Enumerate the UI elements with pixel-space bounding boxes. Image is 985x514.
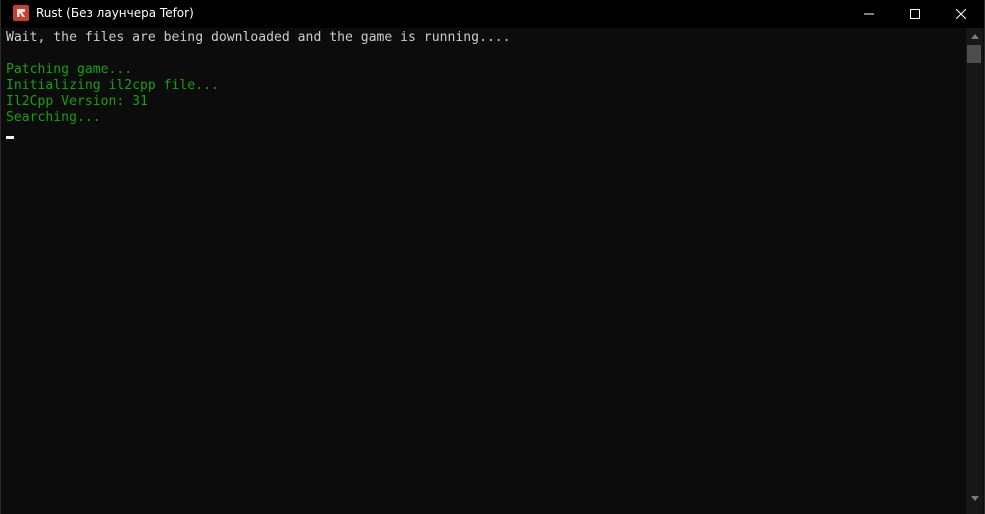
text-cursor xyxy=(6,136,14,139)
console-line: Initializing il2cpp file... xyxy=(6,78,219,93)
console-window: Rust (Без лаунчера Tefor) Wait, the file… xyxy=(0,0,985,514)
window-title: Rust (Без лаунчера Tefor) xyxy=(36,6,194,20)
scroll-down-button[interactable] xyxy=(966,490,983,507)
close-button[interactable] xyxy=(938,0,984,28)
title-bar[interactable]: Rust (Без лаунчера Tefor) xyxy=(1,0,984,28)
maximize-button[interactable] xyxy=(892,0,938,28)
scroll-thumb[interactable] xyxy=(967,45,981,63)
close-icon xyxy=(956,9,966,19)
console-line: Il2Cpp Version: 31 xyxy=(6,94,148,109)
console-output[interactable]: Wait, the files are being downloaded and… xyxy=(1,28,966,514)
vertical-scrollbar[interactable] xyxy=(966,28,983,514)
console-line: Wait, the files are being downloaded and… xyxy=(6,30,511,45)
scroll-up-button[interactable] xyxy=(966,28,983,45)
minimize-icon xyxy=(864,13,874,15)
rust-app-icon xyxy=(13,5,29,21)
scroll-down-arrow-icon xyxy=(970,496,979,501)
scroll-up-arrow-icon xyxy=(970,34,979,39)
maximize-icon xyxy=(910,9,920,19)
minimize-button[interactable] xyxy=(846,0,892,28)
console-line: Searching... xyxy=(6,110,101,125)
console-line: Patching game... xyxy=(6,62,133,77)
